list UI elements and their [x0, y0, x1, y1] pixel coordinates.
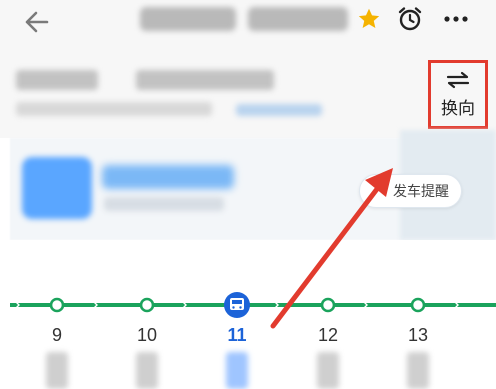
stop-name-blurred	[46, 352, 68, 389]
current-stop-bus-icon	[224, 292, 250, 318]
stop-marker	[139, 297, 155, 313]
stop-name-blurred	[136, 352, 158, 389]
stop-marker	[410, 297, 426, 313]
stop-number-current[interactable]: 11	[217, 325, 257, 346]
stop-name-blurred-current	[226, 352, 248, 389]
stop-number[interactable]: 12	[308, 325, 348, 346]
stop-number[interactable]: 9	[37, 325, 77, 346]
stop-number[interactable]: 10	[127, 325, 167, 346]
stop-name-blurred	[317, 352, 339, 389]
stop-marker	[49, 297, 65, 313]
stop-name-blurred	[407, 352, 429, 389]
stop-number[interactable]: 13	[398, 325, 438, 346]
stop-marker	[320, 297, 336, 313]
